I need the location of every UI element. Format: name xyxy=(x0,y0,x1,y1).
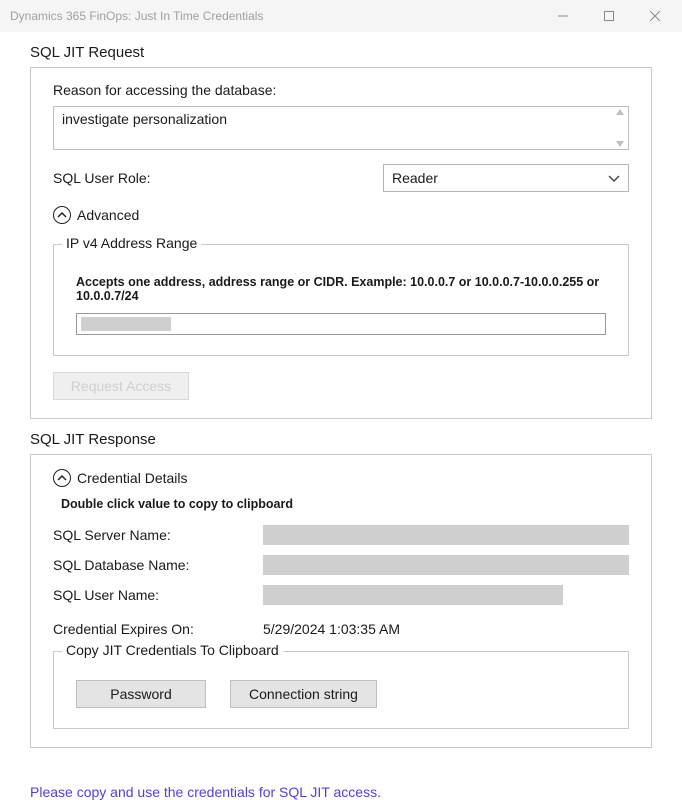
server-name-label: SQL Server Name: xyxy=(53,527,263,543)
database-name-value[interactable] xyxy=(263,555,629,575)
role-selected-value: Reader xyxy=(392,170,438,186)
ip-input-value-redacted xyxy=(81,317,171,331)
request-section: Reason for accessing the database: inves… xyxy=(30,67,652,419)
chevron-down-icon xyxy=(608,170,620,186)
titlebar: Dynamics 365 FinOps: Just In Time Creden… xyxy=(0,0,682,32)
database-name-label: SQL Database Name: xyxy=(53,557,263,573)
reason-value[interactable]: investigate personalization xyxy=(54,107,612,149)
user-name-label: SQL User Name: xyxy=(53,587,263,603)
request-section-title: SQL JIT Request xyxy=(30,44,652,61)
response-section: Credential Details Double click value to… xyxy=(30,454,652,748)
ip-hint: Accepts one address, address range or CI… xyxy=(76,275,606,303)
role-select[interactable]: Reader xyxy=(383,164,629,192)
advanced-expander[interactable]: Advanced xyxy=(53,206,629,224)
user-name-value[interactable] xyxy=(263,585,563,605)
ip-range-fieldset: IP v4 Address Range Accepts one address,… xyxy=(53,244,629,356)
server-name-value[interactable] xyxy=(263,525,629,545)
response-section-title: SQL JIT Response xyxy=(30,431,652,448)
close-button[interactable] xyxy=(632,0,678,32)
copy-connection-string-button[interactable]: Connection string xyxy=(230,680,377,708)
copy-clipboard-fieldset: Copy JIT Credentials To Clipboard Passwo… xyxy=(53,651,629,729)
copy-clipboard-legend: Copy JIT Credentials To Clipboard xyxy=(62,642,283,658)
expires-value: 5/29/2024 1:03:35 AM xyxy=(263,621,400,637)
copy-hint: Double click value to copy to clipboard xyxy=(61,497,629,511)
request-access-button[interactable]: Request Access xyxy=(53,372,189,400)
advanced-label: Advanced xyxy=(77,207,139,223)
role-label: SQL User Role: xyxy=(53,170,383,186)
credential-details-label: Credential Details xyxy=(77,470,188,486)
window-title: Dynamics 365 FinOps: Just In Time Creden… xyxy=(10,9,540,23)
credential-details-expander[interactable]: Credential Details xyxy=(53,469,629,487)
copy-password-button[interactable]: Password xyxy=(76,680,206,708)
textarea-scrollbar[interactable] xyxy=(612,107,628,149)
expires-label: Credential Expires On: xyxy=(53,621,263,637)
scroll-down-icon xyxy=(616,141,624,147)
scroll-up-icon xyxy=(616,109,624,115)
maximize-button[interactable] xyxy=(586,0,632,32)
minimize-button[interactable] xyxy=(540,0,586,32)
footer-note: Please copy and use the credentials for … xyxy=(0,784,682,800)
reason-textarea[interactable]: investigate personalization xyxy=(53,106,629,150)
chevron-up-circle-icon xyxy=(53,206,71,224)
ip-input[interactable] xyxy=(76,313,606,335)
reason-label: Reason for accessing the database: xyxy=(53,82,629,98)
chevron-up-circle-icon xyxy=(53,469,71,487)
ip-range-legend: IP v4 Address Range xyxy=(62,235,201,251)
